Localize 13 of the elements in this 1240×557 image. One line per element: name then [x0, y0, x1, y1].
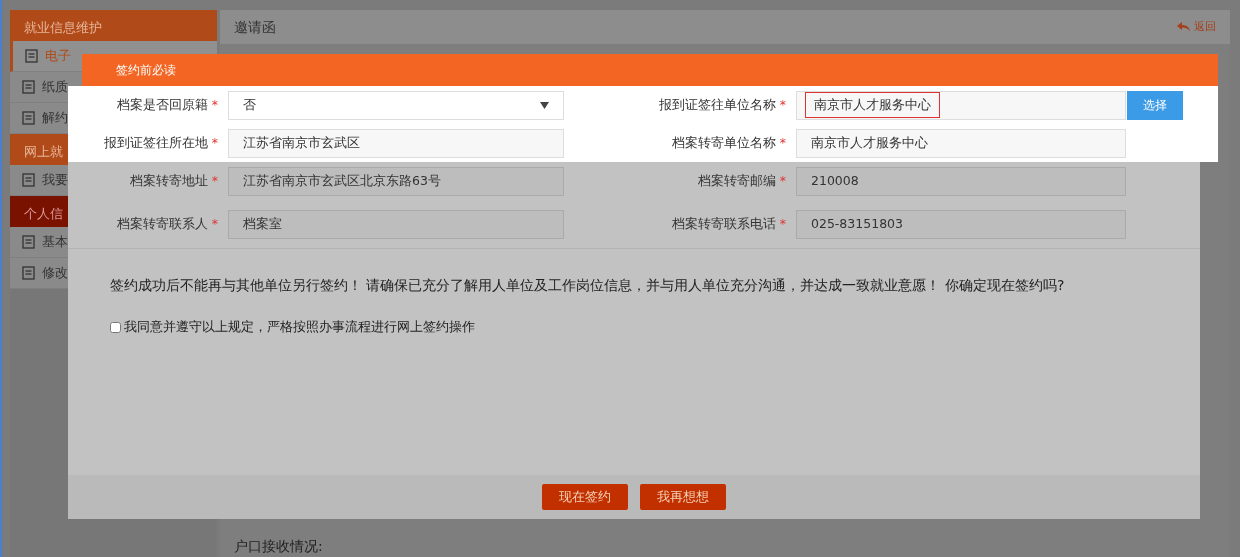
field-label: 档案转寄联系人 * [115, 216, 219, 232]
confirmation-text: 签约成功后不能再与其他单位另行签约！ 请确保已充分了解用人单位及工作岗位信息，并与用人单位充分沟通，并达成一致就业意愿！ 你确定现在签约吗? [68, 248, 1200, 296]
field-label: 档案转寄邮编 * [696, 173, 787, 189]
field-label: 报到证签往单位名称 * [657, 97, 787, 113]
field-label: 档案转寄单位名称 * [670, 135, 787, 151]
agreement-label: 我同意并遵守以上规定，严格按照办事流程进行网上签约操作 [124, 318, 475, 336]
page-title: 邀请函 [234, 17, 276, 37]
modal-title: 签约前必读 [82, 54, 1218, 86]
field-label: 档案转寄联系电话 * [670, 216, 787, 232]
field-label: 报到证签往所在地 * [102, 135, 219, 151]
field-label: 档案是否回原籍 * [115, 97, 219, 113]
field-label: 户口接收情况: [233, 537, 324, 556]
field-label: 档案转寄地址 * [128, 173, 219, 189]
